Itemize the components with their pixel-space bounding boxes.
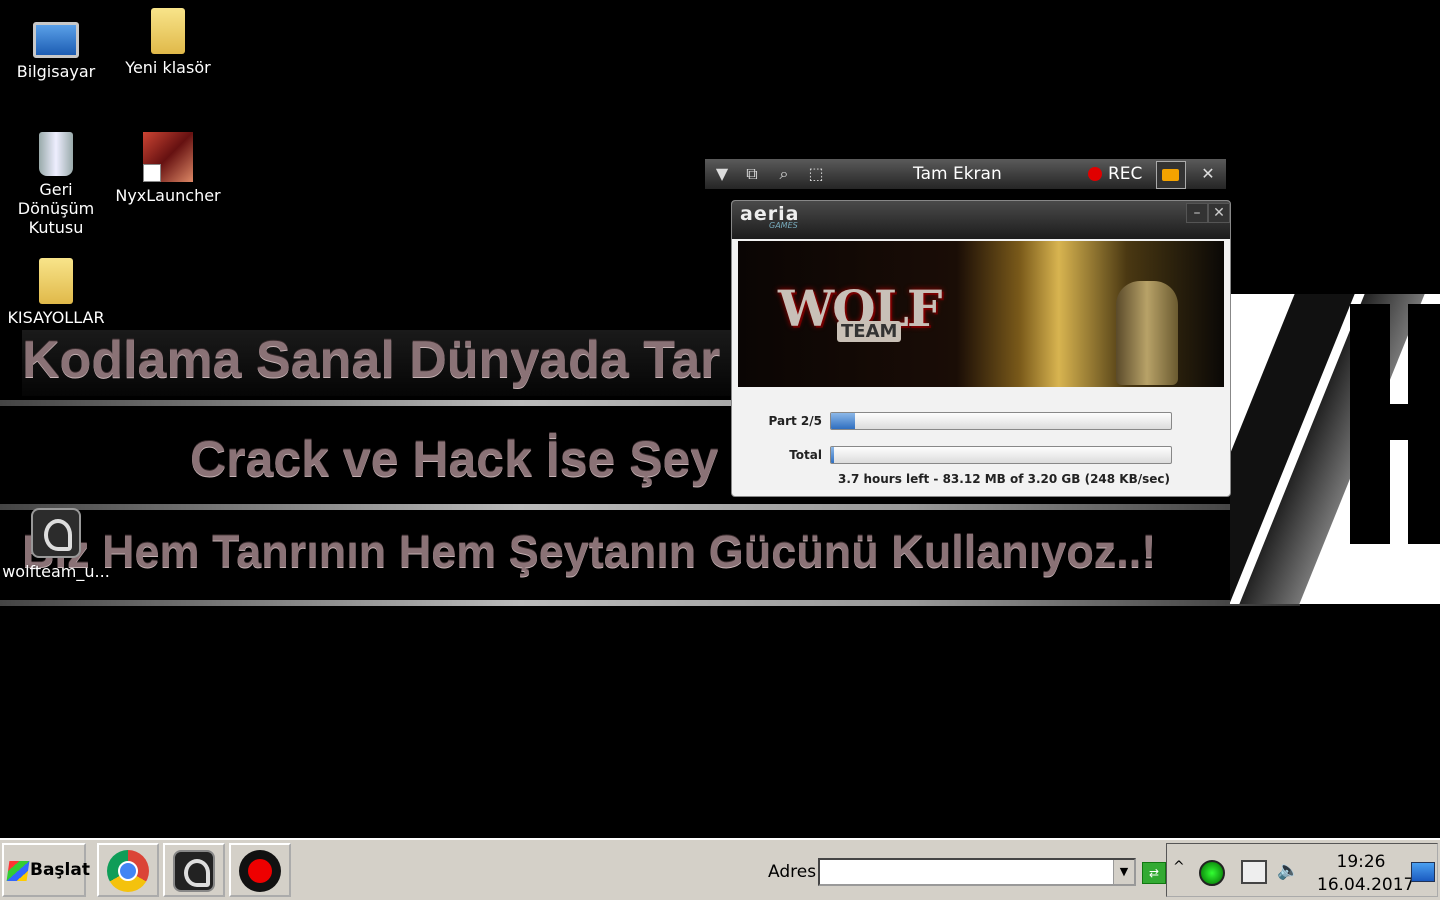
recorder-icon [239,850,281,892]
clock-time[interactable]: 19:26 [1317,852,1405,872]
taskbar-recorder[interactable] [229,843,291,897]
nyxlauncher-icon [143,132,193,182]
start-button[interactable]: Başlat [2,843,90,897]
part-progress-fill [831,413,855,429]
close-button[interactable]: ✕ [1208,203,1230,223]
folder-icon [39,258,73,304]
minimize-button[interactable]: – [1186,203,1208,223]
aeria-installer-icon [31,508,81,558]
chevron-up-icon[interactable]: ^ [1173,859,1185,875]
game-banner: WOLF TEAM [738,241,1224,387]
dropdown-icon[interactable]: ▼ [711,163,733,185]
wallpaper-rule [0,600,1300,606]
address-label: Adres [768,862,817,882]
wallpaper-rule [0,504,1300,510]
windows-icon[interactable]: ⧉ [741,163,763,185]
status-ball-icon[interactable] [1199,860,1225,886]
wallpaper-logo [1230,294,1440,604]
region-icon[interactable]: ⬚ [805,163,827,185]
taskbar-chrome[interactable] [97,843,159,897]
record-dot-icon[interactable] [1088,167,1102,181]
taskbar: Başlat Adres ▼ ⇄ ^ 🔈 19:26 16.04.2017 [0,838,1440,900]
part-label: Part 2/5 [768,414,822,428]
chrome-icon [107,850,149,892]
total-progress-bar [830,446,1172,464]
clock-date[interactable]: 16.04.2017 [1317,875,1414,895]
screen-capture-toolbar: ▼ ⧉ ⌕ ⬚ Tam Ekran REC ✕ [705,159,1226,189]
total-label: Total [789,448,822,462]
desktop-icon-wolfteam-installer[interactable]: wolfteam_u... [0,508,112,581]
windows-logo-icon [6,861,30,881]
total-progress-fill [831,447,835,463]
desktop-icon-label: wolfteam_u... [2,562,110,581]
camera-icon[interactable] [1156,161,1186,189]
taskbar-aeria[interactable] [163,843,225,897]
aeria-icon [173,850,215,892]
go-icon[interactable]: ⇄ [1142,862,1166,884]
folder-icon [151,8,185,54]
address-input[interactable]: ▼ [818,858,1136,886]
chevron-down-icon[interactable]: ▼ [1113,860,1134,884]
capture-mode-title: Tam Ekran [913,164,1002,184]
start-label: Başlat [30,860,90,880]
computer-icon [33,22,79,58]
magnify-icon[interactable]: ⌕ [773,163,795,185]
recycle-bin-icon [39,132,73,176]
show-desktop-icon[interactable] [1411,862,1435,882]
launcher-header: aeria GAMES – ✕ [732,201,1230,239]
download-status: 3.7 hours left - 83.12 MB of 3.20 GB (24… [838,472,1170,486]
desktop-icon-label: KISAYOLLAR [7,308,105,327]
close-icon[interactable]: ✕ [1197,163,1219,185]
wallpaper-text-line3: Biz Hem Tanrının Hem Şeytanın Gücünü Kul… [22,526,1157,577]
record-button[interactable]: REC [1108,164,1142,184]
launcher-window: aeria GAMES – ✕ WOLF TEAM Part 2/5 Total… [731,200,1231,497]
banner-logo-team: TEAM [837,321,902,342]
desktop-icon-label: Bilgisayar [16,62,96,81]
network-icon[interactable] [1241,860,1267,884]
system-tray: ^ 🔈 19:26 16.04.2017 [1166,843,1438,897]
desktop-icon-label: Geri Dönüşüm Kutusu [17,180,95,237]
desktop-icon-recycle-bin[interactable]: Geri Dönüşüm Kutusu [0,132,112,237]
part-progress-bar [830,412,1172,430]
volume-icon[interactable]: 🔈 [1277,860,1299,881]
desktop-icon-label: NyxLauncher [115,186,221,205]
desktop-icon-computer[interactable]: Bilgisayar [0,10,112,81]
desktop-icon-nyxlauncher[interactable]: NyxLauncher [112,132,224,205]
desktop-icon-new-folder[interactable]: Yeni klasör [112,8,224,77]
desktop-icon-label: Yeni klasör [125,58,211,77]
aeria-logo-sub: GAMES [769,221,798,230]
desktop-icon-kisayollar[interactable]: KISAYOLLAR [0,258,112,327]
banner-character [1116,281,1178,385]
